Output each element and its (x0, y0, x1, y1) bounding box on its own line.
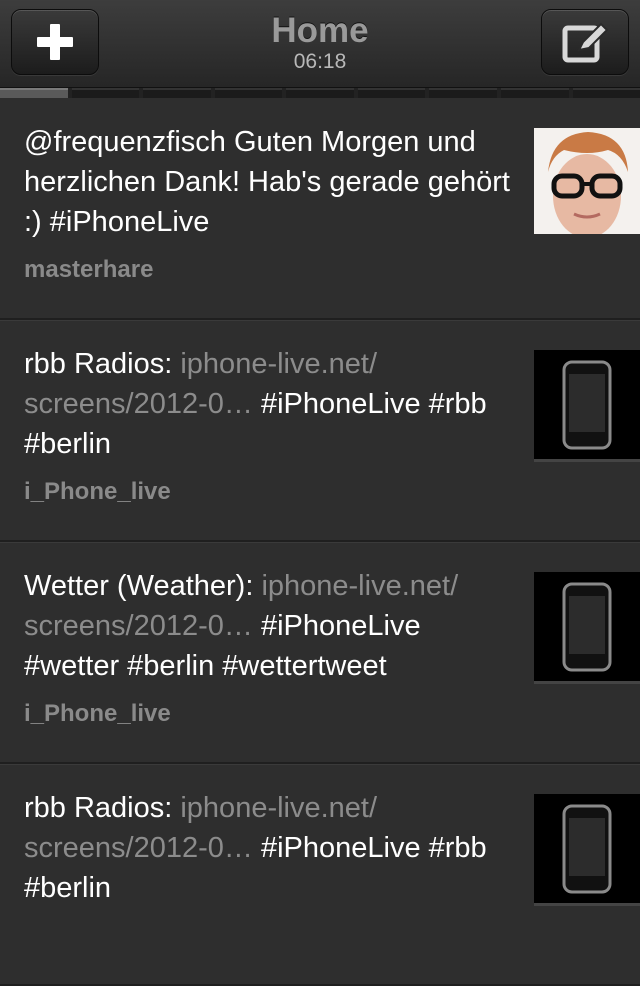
page-indicator-segment (501, 88, 569, 98)
page-indicator-segment (143, 88, 211, 98)
page-indicator-segment (358, 88, 426, 98)
compose-button[interactable] (541, 9, 629, 75)
tweet-text: Wetter (Weather): iphone-live.net/ scree… (24, 566, 510, 686)
tweet-text: rbb Radios: iphone-live.net/ screens/201… (24, 788, 510, 908)
link-thumbnail[interactable] (534, 350, 640, 462)
tweet-item[interactable]: rbb Radios: iphone-live.net/ screens/201… (0, 764, 640, 986)
link-thumbnail[interactable] (534, 794, 640, 906)
page-indicator-segment (429, 88, 497, 98)
tweet-item[interactable]: @frequenzfisch Guten Morgen und herzlich… (0, 98, 640, 320)
tweet-body: rbb Radios: (24, 792, 180, 824)
tweet-username[interactable]: masterhare (24, 256, 510, 284)
tweet-username[interactable]: i_Phone_live (24, 700, 510, 728)
page-indicator-segment (0, 88, 68, 98)
tweet-item[interactable]: rbb Radios: iphone-live.net/ screens/201… (0, 320, 640, 542)
page-indicator-segment (286, 88, 354, 98)
timeline: @frequenzfisch Guten Morgen und herzlich… (0, 98, 640, 986)
tweet-body: Wetter (Weather): (24, 570, 261, 602)
tweet-text: @frequenzfisch Guten Morgen und herzlich… (24, 122, 510, 242)
iphone-icon (562, 582, 612, 672)
tweet-username[interactable]: i_Phone_live (24, 478, 510, 506)
tweet-body: @frequenzfisch Guten Morgen und herzlich… (24, 126, 510, 238)
page-indicator-segment (573, 88, 640, 98)
avatar[interactable] (534, 128, 640, 234)
compose-icon (561, 20, 609, 64)
page-indicator (0, 88, 640, 98)
tweet-body: rbb Radios: (24, 348, 180, 380)
iphone-icon (562, 360, 612, 450)
iphone-icon (562, 804, 612, 894)
user-photo-icon (534, 128, 640, 234)
page-indicator-segment (72, 88, 140, 98)
tweet-text: rbb Radios: iphone-live.net/ screens/201… (24, 344, 510, 464)
tweet-item[interactable]: Wetter (Weather): iphone-live.net/ scree… (0, 542, 640, 764)
link-thumbnail[interactable] (534, 572, 640, 684)
nav-bar: Home 06:18 (0, 0, 640, 88)
page-indicator-segment (215, 88, 283, 98)
